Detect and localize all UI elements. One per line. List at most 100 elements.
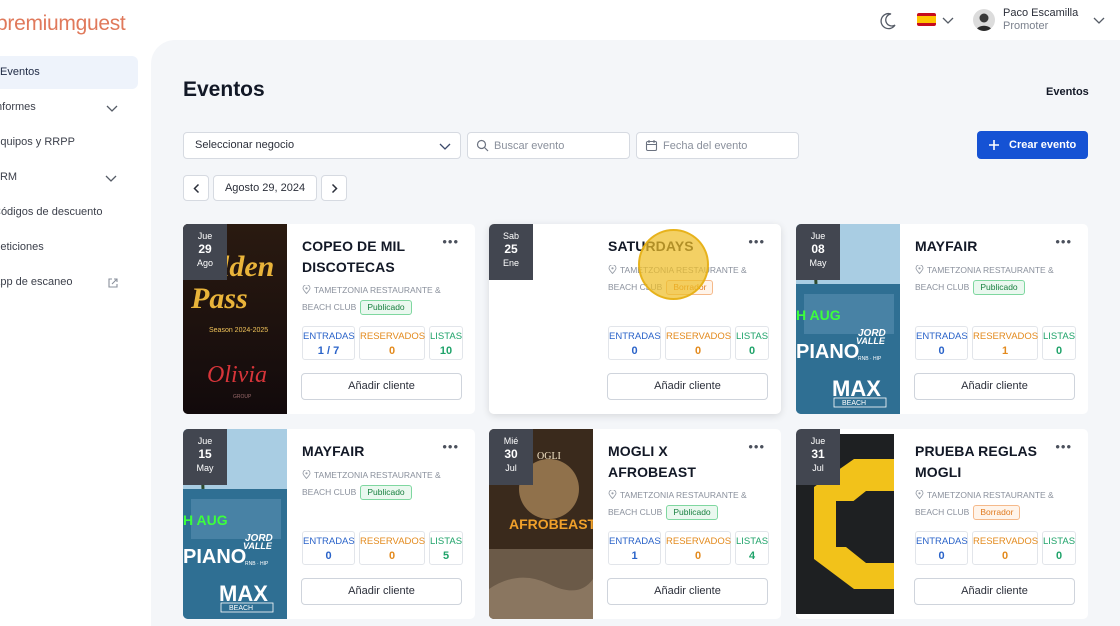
- stat-reservados: RESERVADOS 0: [665, 531, 731, 565]
- click-indicator: [638, 229, 709, 300]
- svg-text:BEACH: BEACH: [842, 400, 866, 407]
- stat-reservados: RESERVADOS 0: [972, 531, 1038, 565]
- event-card[interactable]: Jue 31 Jul PRUEBA REGLAS MOGLI ••• TAMETZONIA…: [796, 429, 1088, 619]
- svg-text:RNB · HIP: RNB · HIP: [858, 356, 882, 362]
- more-options-icon[interactable]: •••: [442, 439, 459, 454]
- business-select[interactable]: Seleccionar negocio: [183, 132, 461, 159]
- stat-entradas: ENTRADAS 1: [608, 531, 661, 565]
- stat-entradas: ENTRADAS 0: [915, 326, 968, 360]
- sidebar: Eventos Informes Equipos y RRPP CRM Códi…: [0, 46, 150, 626]
- location-pin-icon: [302, 285, 311, 294]
- add-client-button[interactable]: Añadir cliente: [301, 373, 462, 400]
- breadcrumb[interactable]: Eventos: [1046, 86, 1089, 98]
- sidebar-item-informes[interactable]: Informes: [0, 91, 131, 124]
- stat-reservados: RESERVADOS 0: [359, 326, 425, 360]
- svg-text:RNB · HIP: RNB · HIP: [245, 561, 269, 567]
- stat-reservados: RESERVADOS 1: [972, 326, 1038, 360]
- sidebar-item-crm[interactable]: CRM: [0, 161, 130, 194]
- sidebar-item-app-escaneo[interactable]: App de escaneo: [0, 266, 131, 299]
- location-pin-icon: [608, 490, 617, 499]
- svg-text:VALLE: VALLE: [243, 541, 273, 551]
- svg-text:Pass: Pass: [190, 282, 248, 315]
- event-card[interactable]: Sab25EneSATURDAYS•••TAMETZONIA RESTAURAN…: [489, 224, 781, 414]
- moon-icon[interactable]: [878, 11, 898, 31]
- stat-entradas: ENTRADAS 0: [915, 531, 968, 565]
- event-date-badge: Jue 15 May: [183, 429, 227, 485]
- status-badge: Publicado: [360, 485, 412, 500]
- event-date-badge: Jue 31 Jul: [796, 429, 840, 485]
- event-card[interactable]: H AUG JORD VALLE PIANO RNB · HIP MAX BEACH Jue 1…: [183, 429, 475, 619]
- event-location: TAMETZONIA RESTAURANTE & BEACH CLUB Publi…: [302, 282, 467, 316]
- sidebar-item-codigos[interactable]: Códigos de descuento: [0, 196, 131, 229]
- more-options-icon[interactable]: •••: [442, 234, 459, 249]
- spain-flag-icon[interactable]: [917, 13, 936, 26]
- more-options-icon[interactable]: •••: [748, 439, 765, 454]
- current-date[interactable]: Agosto 29, 2024: [213, 175, 317, 201]
- chevron-down-icon: [105, 175, 117, 182]
- location-pin-icon: [608, 265, 617, 274]
- svg-text:H AUG: H AUG: [183, 512, 228, 528]
- date-input[interactable]: [663, 133, 793, 158]
- svg-text:MAX: MAX: [219, 581, 268, 606]
- stat-entradas: ENTRADAS 0: [302, 531, 355, 565]
- stat-reservados: RESERVADOS 0: [359, 531, 425, 565]
- status-badge: Publicado: [360, 300, 412, 315]
- stat-listas: LISTAS 0: [1042, 326, 1076, 360]
- external-link-icon: [108, 278, 118, 288]
- location-pin-icon: [302, 470, 311, 479]
- svg-text:Season 2024-2025: Season 2024-2025: [209, 327, 268, 334]
- svg-text:PIANO: PIANO: [796, 341, 859, 363]
- more-options-icon[interactable]: •••: [1055, 234, 1072, 249]
- svg-text:lden: lden: [221, 250, 274, 283]
- add-client-button[interactable]: Añadir cliente: [914, 373, 1075, 400]
- stat-listas: LISTAS 5: [429, 531, 463, 565]
- svg-text:H AUG: H AUG: [796, 307, 841, 323]
- stat-listas: LISTAS 4: [735, 531, 769, 565]
- chevron-right-icon: [331, 183, 338, 194]
- sidebar-item-peticiones[interactable]: Peticiones: [0, 231, 131, 264]
- event-card[interactable]: H AUG JORD VALLE PIANO RNB · HIP MAX BEACH Jue 0…: [796, 224, 1088, 414]
- event-title[interactable]: PRUEBA REGLAS MOGLI: [915, 441, 1055, 483]
- calendar-icon: [645, 140, 658, 152]
- stat-entradas: ENTRADAS 1 / 7: [302, 326, 355, 360]
- sidebar-item-equipos[interactable]: Equipos y RRPP: [0, 126, 131, 159]
- svg-text:BEACH: BEACH: [229, 605, 253, 612]
- next-date-button[interactable]: [321, 175, 347, 201]
- chevron-down-icon[interactable]: [1092, 13, 1106, 27]
- svg-text:GROUP: GROUP: [233, 394, 252, 400]
- location-pin-icon: [915, 265, 924, 274]
- event-title[interactable]: MOGLI X AFROBEAST: [608, 441, 748, 483]
- chevron-down-icon[interactable]: [941, 13, 955, 27]
- date-field[interactable]: [636, 132, 799, 159]
- avatar[interactable]: [973, 9, 995, 31]
- chevron-left-icon: [193, 183, 200, 194]
- svg-text:OGLI: OGLI: [537, 451, 561, 462]
- event-title[interactable]: MAYFAIR: [915, 236, 1055, 257]
- more-options-icon[interactable]: •••: [748, 234, 765, 249]
- more-options-icon[interactable]: •••: [1055, 439, 1072, 454]
- add-client-button[interactable]: Añadir cliente: [607, 373, 768, 400]
- stat-listas: LISTAS 10: [429, 326, 463, 360]
- event-title[interactable]: MAYFAIR: [302, 441, 442, 462]
- chevron-down-icon: [106, 105, 118, 112]
- location-pin-icon: [915, 490, 924, 499]
- search-field[interactable]: [467, 132, 630, 159]
- status-badge: Borrador: [973, 505, 1021, 520]
- sidebar-item-eventos[interactable]: Eventos: [0, 56, 138, 89]
- event-card[interactable]: lden Pass Season 2024-2025 Olivia GROUP Jue 29…: [183, 224, 475, 414]
- user-name[interactable]: Paco Escamilla: [1003, 7, 1078, 19]
- add-client-button[interactable]: Añadir cliente: [914, 578, 1075, 605]
- search-icon: [476, 139, 489, 152]
- event-title[interactable]: COPEO DE MIL DISCOTECAS: [302, 236, 442, 278]
- previous-date-button[interactable]: [183, 175, 209, 201]
- search-input[interactable]: [494, 133, 624, 158]
- status-badge: Publicado: [973, 280, 1025, 295]
- svg-text:Olivia: Olivia: [207, 362, 267, 388]
- svg-text:AFROBEAST: AFROBEAST: [509, 516, 593, 532]
- add-client-button[interactable]: Añadir cliente: [301, 578, 462, 605]
- event-card[interactable]: OGLI AFROBEAST Mié 30 Jul MOGLI X AFROBEAST ••…: [489, 429, 781, 619]
- add-client-button[interactable]: Añadir cliente: [607, 578, 768, 605]
- stat-listas: LISTAS 0: [735, 326, 769, 360]
- create-event-button[interactable]: Crear evento: [977, 131, 1088, 159]
- app-logo[interactable]: premiumguest: [0, 12, 126, 36]
